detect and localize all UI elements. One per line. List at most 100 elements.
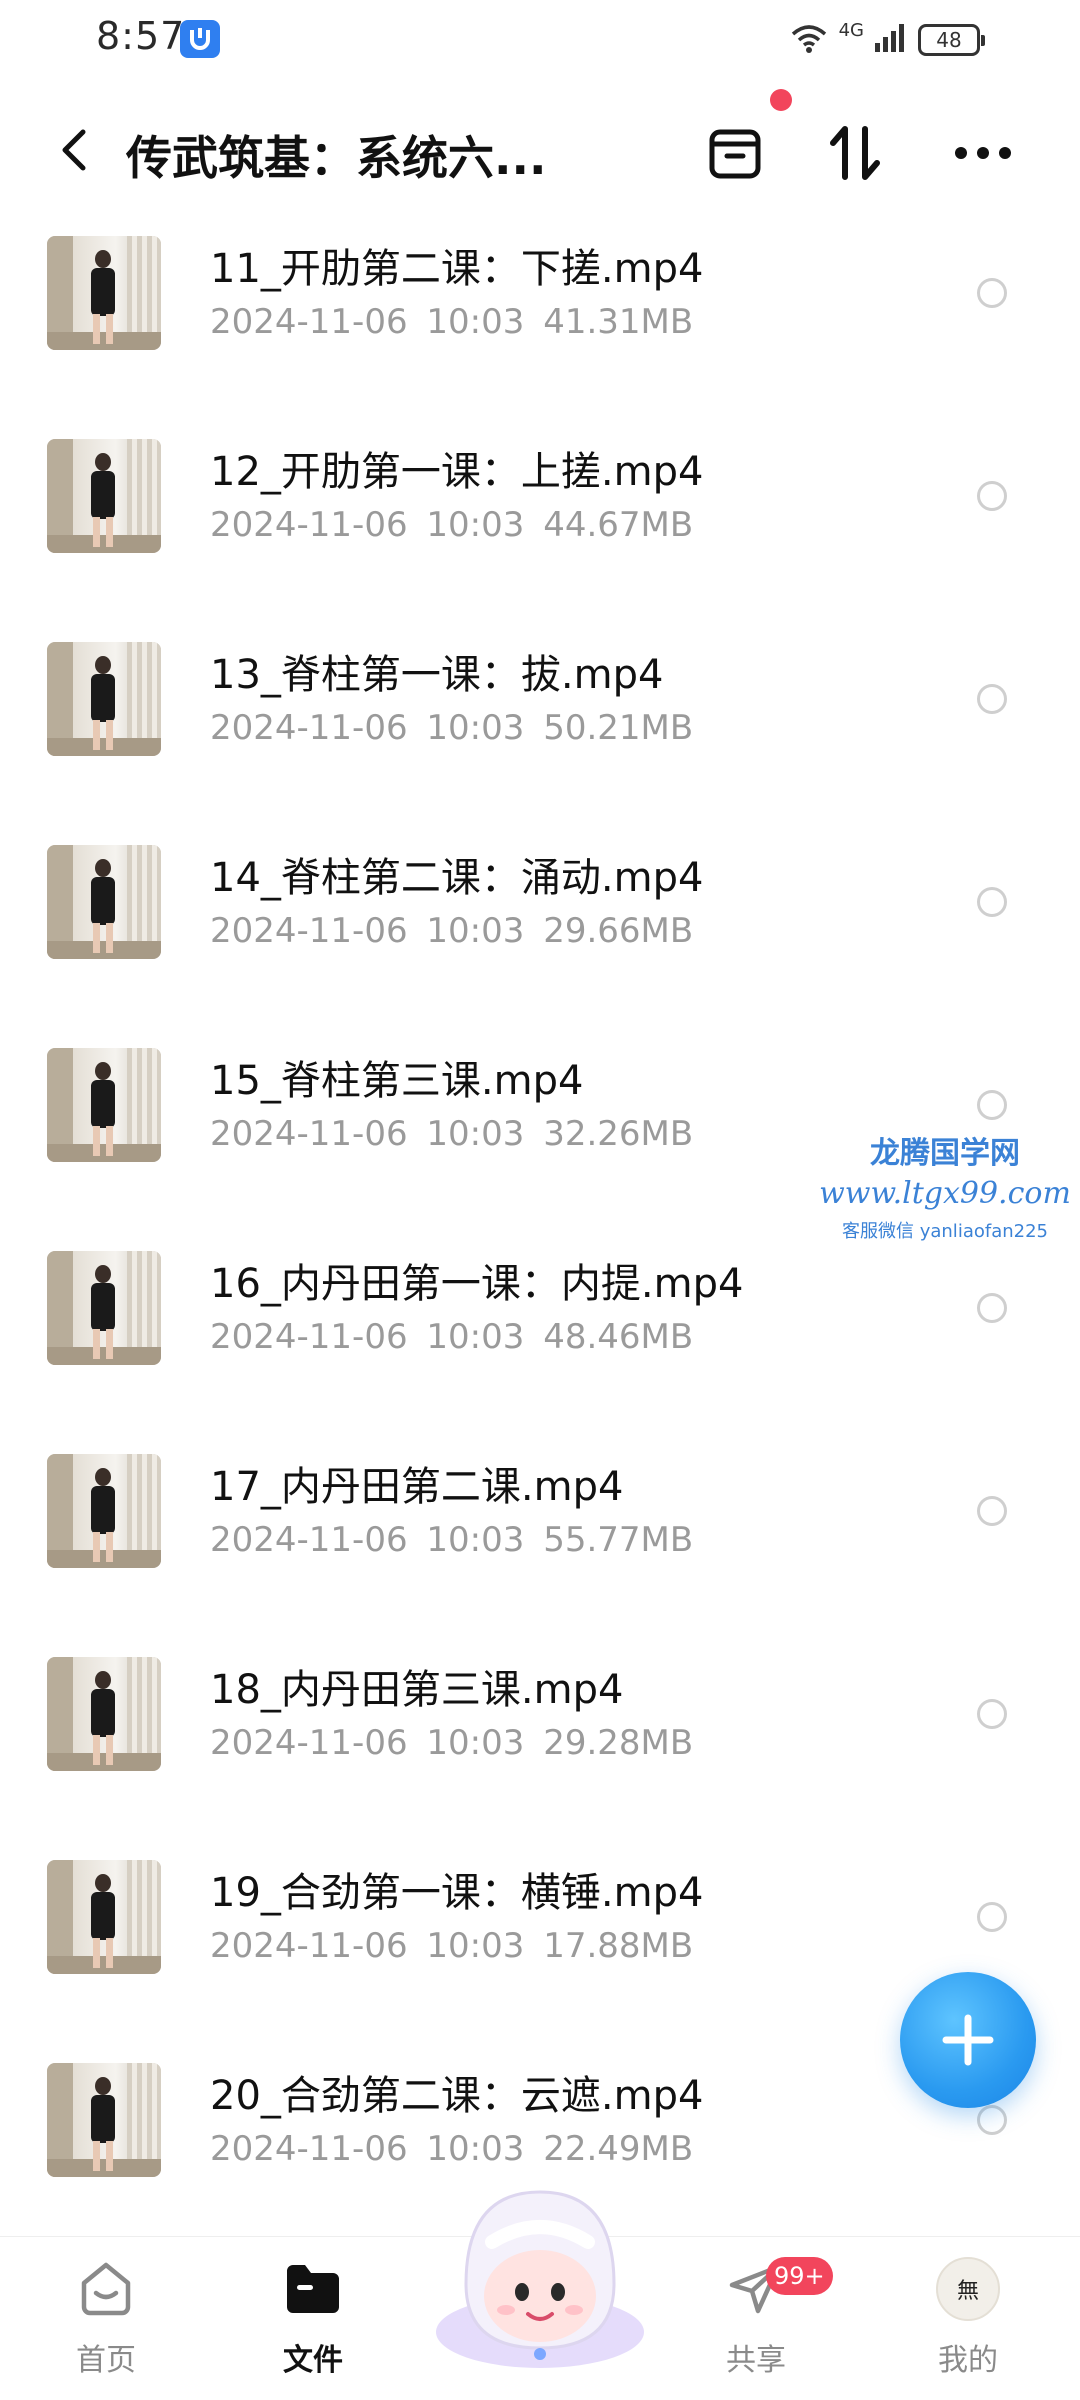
nav-home[interactable]: 首页 [36, 2257, 176, 2387]
select-checkbox[interactable] [977, 278, 1007, 308]
file-size: 44.67MB [543, 505, 694, 545]
select-checkbox[interactable] [977, 1699, 1007, 1729]
select-checkbox[interactable] [977, 1496, 1007, 1526]
file-time: 10:03 [426, 1317, 525, 1357]
back-button[interactable] [44, 120, 104, 180]
app-notification-icon [180, 20, 220, 58]
chevron-left-icon [62, 129, 86, 171]
file-name: 13_脊柱第一课：拔.mp4 [210, 652, 664, 698]
watermark-url: www.ltgx99.com [819, 1176, 1071, 1211]
file-size: 22.49MB [543, 2129, 694, 2169]
file-date: 2024-11-06 [210, 1114, 408, 1154]
file-name: 19_合劲第一课：横锤.mp4 [210, 1870, 704, 1916]
file-time: 10:03 [426, 1926, 525, 1966]
file-date: 2024-11-06 [210, 1723, 408, 1763]
battery-icon: 48 [918, 24, 985, 56]
file-time: 10:03 [426, 1723, 525, 1763]
video-thumbnail [47, 439, 161, 553]
file-name: 11_开肋第二课：下搓.mp4 [210, 246, 704, 292]
sort-button[interactable] [820, 118, 890, 188]
file-name: 14_脊柱第二课：涌动.mp4 [210, 855, 704, 901]
file-list-item[interactable]: 18_内丹田第三课.mp4 2024-11-06 10:03 29.28MB [0, 1647, 1080, 1850]
more-button[interactable] [948, 118, 1018, 188]
header-bar: 传武筑基：系统六... [0, 80, 1080, 220]
file-time: 10:03 [426, 708, 525, 748]
add-button[interactable] [900, 1972, 1036, 2108]
file-meta: 2024-11-06 10:03 44.67MB [210, 505, 693, 545]
file-meta: 2024-11-06 10:03 41.31MB [210, 302, 693, 342]
page-title: 传武筑基：系统六... [126, 131, 547, 185]
file-meta: 2024-11-06 10:03 55.77MB [210, 1520, 693, 1560]
file-date: 2024-11-06 [210, 911, 408, 951]
app-screen: 8:57 4G 48 传武筑基：系统六... 11_开肋第二课：下搓.mp4 2… [0, 0, 1080, 2400]
select-checkbox[interactable] [977, 1090, 1007, 1120]
file-date: 2024-11-06 [210, 505, 408, 545]
video-thumbnail [47, 845, 161, 959]
plus-icon [942, 2014, 994, 2066]
share-badge: 99+ [766, 2257, 833, 2295]
file-name: 12_开肋第一课：上搓.mp4 [210, 449, 704, 495]
file-list-item[interactable]: 14_脊柱第二课：涌动.mp4 2024-11-06 10:03 29.66MB [0, 835, 1080, 1038]
select-checkbox[interactable] [977, 481, 1007, 511]
file-meta: 2024-11-06 10:03 17.88MB [210, 1926, 693, 1966]
file-size: 17.88MB [543, 1926, 694, 1966]
video-thumbnail [47, 1860, 161, 1974]
avatar: 無 [936, 2257, 1000, 2321]
video-thumbnail [47, 1048, 161, 1162]
file-size: 32.26MB [543, 1114, 694, 1154]
file-date: 2024-11-06 [210, 708, 408, 748]
file-name: 15_脊柱第三课.mp4 [210, 1058, 584, 1104]
file-time: 10:03 [426, 2129, 525, 2169]
notification-dot [770, 89, 792, 111]
file-size: 29.28MB [543, 1723, 694, 1763]
video-thumbnail [47, 2063, 161, 2177]
file-date: 2024-11-06 [210, 2129, 408, 2169]
file-time: 10:03 [426, 1520, 525, 1560]
video-thumbnail [47, 1251, 161, 1365]
battery-level: 48 [936, 28, 962, 52]
file-date: 2024-11-06 [210, 1317, 408, 1357]
assistant-mascot[interactable] [430, 2172, 650, 2368]
status-time: 8:57 [96, 14, 186, 58]
file-name: 17_内丹田第二课.mp4 [210, 1464, 624, 1510]
select-checkbox[interactable] [977, 887, 1007, 917]
file-meta: 2024-11-06 10:03 22.49MB [210, 2129, 693, 2169]
select-checkbox[interactable] [977, 684, 1007, 714]
file-size: 50.21MB [543, 708, 694, 748]
video-thumbnail [47, 236, 161, 350]
file-list-item[interactable]: 13_脊柱第一课：拔.mp4 2024-11-06 10:03 50.21MB [0, 632, 1080, 835]
video-thumbnail [47, 642, 161, 756]
nav-profile-label: 我的 [938, 2343, 998, 2378]
file-list-item[interactable]: 16_内丹田第一课：内提.mp4 2024-11-06 10:03 48.46M… [0, 1241, 1080, 1444]
select-checkbox[interactable] [977, 1293, 1007, 1323]
file-time: 10:03 [426, 911, 525, 951]
file-size: 55.77MB [543, 1520, 694, 1560]
file-size: 48.46MB [543, 1317, 694, 1357]
file-meta: 2024-11-06 10:03 29.66MB [210, 911, 693, 951]
file-list-item[interactable]: 17_内丹田第二课.mp4 2024-11-06 10:03 55.77MB [0, 1444, 1080, 1647]
watermark-contact: 客服微信 yanliaofan225 [842, 1221, 1048, 1242]
file-list-item[interactable]: 11_开肋第二课：下搓.mp4 2024-11-06 10:03 41.31MB [0, 226, 1080, 429]
video-thumbnail [47, 1657, 161, 1771]
file-name: 16_内丹田第一课：内提.mp4 [210, 1261, 744, 1307]
nav-share[interactable]: 99+ 共享 [686, 2257, 833, 2387]
file-date: 2024-11-06 [210, 302, 408, 342]
network-type-label: 4G [838, 19, 864, 41]
file-time: 10:03 [426, 302, 525, 342]
file-date: 2024-11-06 [210, 1926, 408, 1966]
file-size: 29.66MB [543, 911, 694, 951]
select-checkbox[interactable] [977, 2105, 1007, 2135]
file-date: 2024-11-06 [210, 1520, 408, 1560]
transfer-box-icon [709, 129, 761, 179]
file-name: 18_内丹田第三课.mp4 [210, 1667, 624, 1713]
nav-profile[interactable]: 無 我的 [898, 2257, 1038, 2387]
folder-icon [281, 2257, 345, 2321]
nav-home-label: 首页 [76, 2343, 136, 2378]
nav-files[interactable]: 文件 [243, 2257, 383, 2387]
file-meta: 2024-11-06 10:03 32.26MB [210, 1114, 693, 1154]
select-checkbox[interactable] [977, 1902, 1007, 1932]
watermark-title: 龙腾国学网 [870, 1136, 1020, 1171]
nav-share-label: 共享 [726, 2343, 786, 2378]
file-list-item[interactable]: 12_开肋第一课：上搓.mp4 2024-11-06 10:03 44.67MB [0, 429, 1080, 632]
transfer-list-button[interactable] [700, 118, 770, 188]
